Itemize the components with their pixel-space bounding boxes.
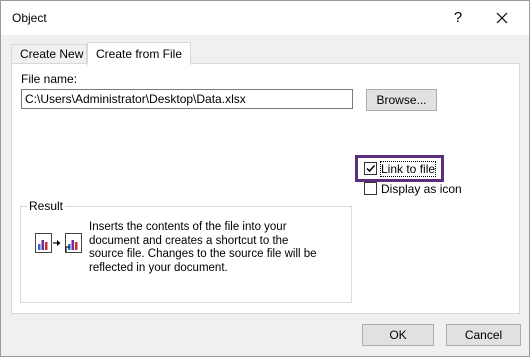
result-description: Inserts the contents of the file into yo… <box>89 221 317 274</box>
close-icon <box>496 12 508 24</box>
file-name-field[interactable]: C:\Users\Administrator\Desktop\Data.xlsx <box>21 89 353 109</box>
result-legend: Result <box>27 199 66 213</box>
browse-button[interactable]: Browse... <box>366 89 437 111</box>
display-as-icon-check[interactable] <box>364 182 377 196</box>
ok-button[interactable]: OK <box>362 324 434 346</box>
result-group: Result Inserts the contents of the file … <box>20 199 352 303</box>
file-name-label: File name: <box>21 72 78 86</box>
tab-create-new-label: Create New <box>20 47 84 61</box>
tab-panel: File name: C:\Users\Administrator\Deskto… <box>11 63 520 314</box>
display-as-icon-label: Display as icon <box>381 181 462 196</box>
link-to-file-label: Link to file <box>379 160 437 177</box>
tab-create-from-file-label: Create from File <box>96 47 183 61</box>
tab-create-from-file[interactable]: Create from File <box>87 42 191 65</box>
cancel-button[interactable]: Cancel <box>446 324 521 346</box>
close-button[interactable] <box>485 5 519 31</box>
dialog-title: Object <box>12 11 47 25</box>
link-to-file-checkbox[interactable]: Link to file <box>364 160 437 177</box>
linked-chart-icon <box>35 233 82 253</box>
link-to-file-check[interactable] <box>364 162 377 176</box>
tab-create-new[interactable]: Create New <box>11 44 87 64</box>
help-button[interactable]: ? <box>441 5 475 31</box>
display-as-icon-checkbox[interactable]: Display as icon <box>364 181 462 197</box>
title-bar: Object ? <box>1 1 529 35</box>
checkmark-icon <box>366 165 376 173</box>
object-dialog: Object ? Create New Create from File Fil… <box>0 0 530 357</box>
